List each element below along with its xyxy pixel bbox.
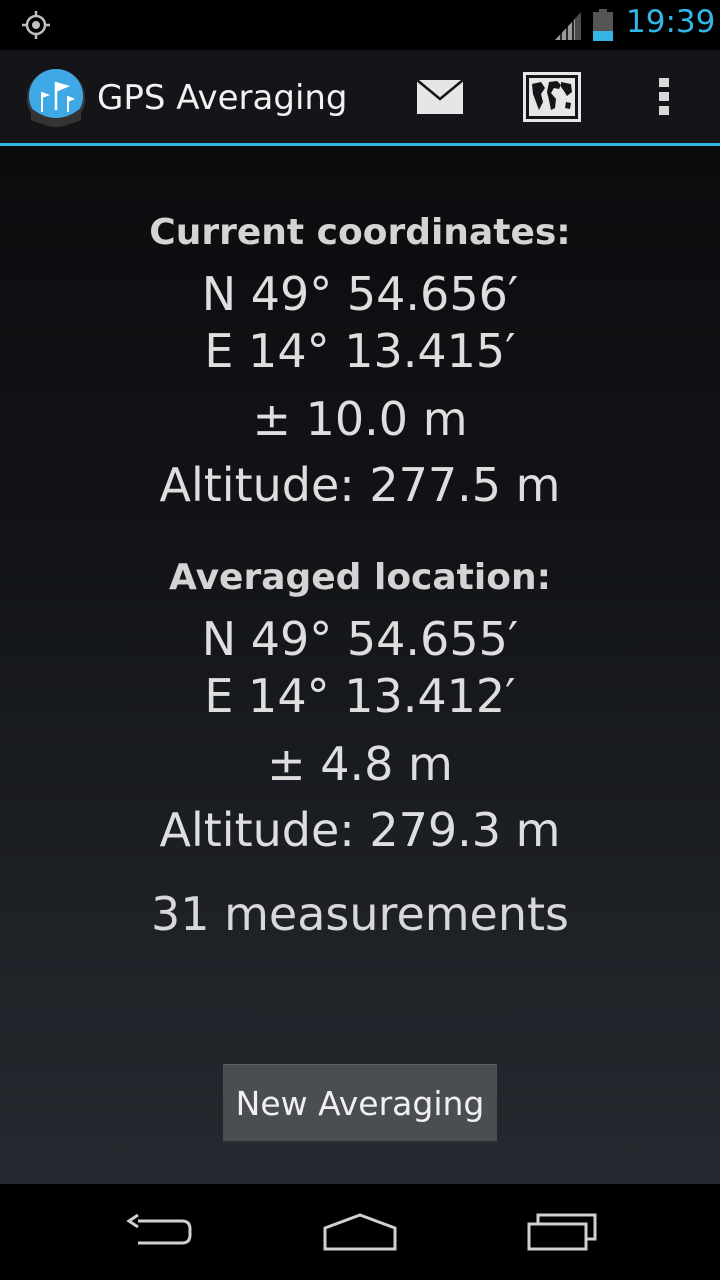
recent-apps-button[interactable] <box>517 1204 607 1260</box>
current-latitude: N 49° 54.656′ <box>201 267 519 321</box>
back-button[interactable] <box>115 1204 205 1260</box>
map-icon <box>523 72 581 122</box>
main-content: Current coordinates: N 49° 54.656′ E 14°… <box>0 146 720 1184</box>
mail-icon <box>416 79 464 114</box>
averaged-accuracy: ± 4.8 m <box>267 737 453 791</box>
overflow-menu-icon <box>659 78 669 115</box>
overflow-menu-button[interactable] <box>640 65 688 129</box>
averaged-location-heading: Averaged location: <box>168 557 551 598</box>
averaged-latitude: N 49° 54.655′ <box>201 612 519 666</box>
email-button[interactable] <box>404 65 476 129</box>
back-icon <box>126 1213 192 1245</box>
screen: 19:39 GPS Averaging Current coordinates:… <box>0 0 720 1280</box>
current-accuracy: ± 10.0 m <box>252 392 468 446</box>
status-bar: 19:39 <box>0 0 720 50</box>
home-icon <box>323 1213 397 1251</box>
map-button[interactable] <box>516 65 588 129</box>
app-icon[interactable] <box>26 68 86 128</box>
app-title: GPS Averaging <box>97 78 348 118</box>
battery-icon <box>593 9 613 41</box>
averaged-longitude: E 14° 13.412′ <box>204 669 516 723</box>
clock: 19:39 <box>626 4 716 40</box>
home-button[interactable] <box>315 1204 405 1260</box>
measurement-count: 31 measurements <box>150 887 570 941</box>
navigation-bar <box>0 1184 720 1280</box>
recent-apps-icon <box>527 1213 597 1251</box>
averaged-altitude: Altitude: 279.3 m <box>159 803 561 857</box>
action-bar: GPS Averaging <box>0 50 720 146</box>
signal-icon <box>555 12 581 40</box>
current-coordinates-heading: Current coordinates: <box>149 212 571 253</box>
gps-icon <box>22 11 50 39</box>
current-altitude: Altitude: 277.5 m <box>159 458 561 512</box>
new-averaging-button[interactable]: New Averaging <box>223 1064 497 1143</box>
current-longitude: E 14° 13.415′ <box>204 324 516 378</box>
